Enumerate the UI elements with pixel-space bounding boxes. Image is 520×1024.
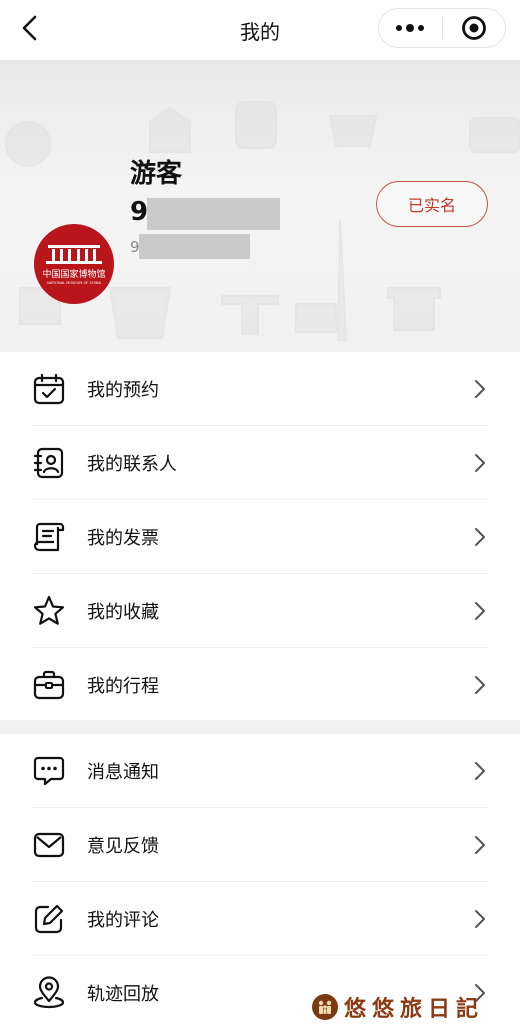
- nav-bar: 我的: [0, 0, 520, 60]
- chevron-right-icon: [475, 602, 485, 620]
- watermark-text: 悠悠旅日記: [344, 996, 485, 1022]
- menu-group-personal: 我的预约 我的联系人 我的发票 我的收藏 我的行程: [0, 352, 520, 720]
- more-button[interactable]: [379, 9, 442, 47]
- museum-logo-icon: [46, 245, 102, 264]
- menu-label: 消息通知: [87, 762, 159, 783]
- menu-item-notifications[interactable]: 消息通知: [0, 734, 520, 808]
- star-icon: [33, 595, 65, 625]
- user-name: 游客: [130, 159, 183, 189]
- menu-label: 意见反馈: [87, 836, 159, 857]
- menu-label: 我的预约: [87, 380, 159, 401]
- watermark: 悠悠旅日記: [312, 990, 520, 1024]
- avatar[interactable]: 中国国家博物馆 NATIONAL MUSEUM OF CHINA: [34, 224, 114, 304]
- mini-program-capsule: [378, 8, 506, 48]
- avatar-subtitle: NATIONAL MUSEUM OF CHINA: [47, 281, 101, 285]
- message-icon: [33, 756, 65, 786]
- family-icon: [318, 1000, 332, 1014]
- more-dots-icon: [396, 24, 425, 32]
- menu-label: 我的发票: [87, 528, 159, 549]
- profile-header: 中国国家博物馆 NATIONAL MUSEUM OF CHINA 游客 9 9 …: [0, 60, 520, 352]
- avatar-title: 中国国家博物馆: [42, 270, 106, 280]
- briefcase-icon: [33, 670, 65, 700]
- menu-item-reservations[interactable]: 我的预约: [0, 352, 520, 426]
- target-circle-icon: [461, 16, 486, 40]
- chevron-right-icon: [475, 380, 485, 398]
- menu-item-favorites[interactable]: 我的收藏: [0, 574, 520, 648]
- menu-item-comments[interactable]: 我的评论: [0, 882, 520, 956]
- verified-status-button[interactable]: 已实名: [376, 181, 488, 227]
- phone-number: 9: [130, 197, 149, 227]
- calendar-check-icon: [33, 373, 65, 405]
- edit-icon: [34, 904, 64, 934]
- section-gap: [0, 720, 520, 734]
- envelope-icon: [33, 832, 65, 858]
- chevron-right-icon: [475, 676, 485, 694]
- menu-group-general: 消息通知 意见反馈 我的评论 轨迹回放: [0, 734, 520, 1024]
- chevron-right-icon: [475, 910, 485, 928]
- menu-label: 轨迹回放: [87, 984, 159, 1005]
- phone-redaction: [147, 198, 280, 230]
- invoice-icon: [33, 522, 65, 552]
- menu-item-invoices[interactable]: 我的发票: [0, 500, 520, 574]
- chevron-right-icon: [475, 762, 485, 780]
- watermark-logo: [312, 994, 338, 1020]
- menu-item-itinerary[interactable]: 我的行程: [0, 648, 520, 722]
- menu-item-feedback[interactable]: 意见反馈: [0, 808, 520, 882]
- menu-label: 我的联系人: [87, 454, 177, 475]
- id-redaction: [139, 234, 250, 259]
- chevron-right-icon: [475, 528, 485, 546]
- chevron-right-icon: [475, 454, 485, 472]
- menu-item-contacts[interactable]: 我的联系人: [0, 426, 520, 500]
- menu-label: 我的收藏: [87, 602, 159, 623]
- contact-book-icon: [33, 447, 64, 479]
- menu-label: 我的行程: [87, 676, 159, 697]
- chevron-right-icon: [475, 836, 485, 854]
- menu-label: 我的评论: [87, 910, 159, 931]
- location-pin-icon: [33, 976, 65, 1009]
- close-program-button[interactable]: [443, 9, 506, 47]
